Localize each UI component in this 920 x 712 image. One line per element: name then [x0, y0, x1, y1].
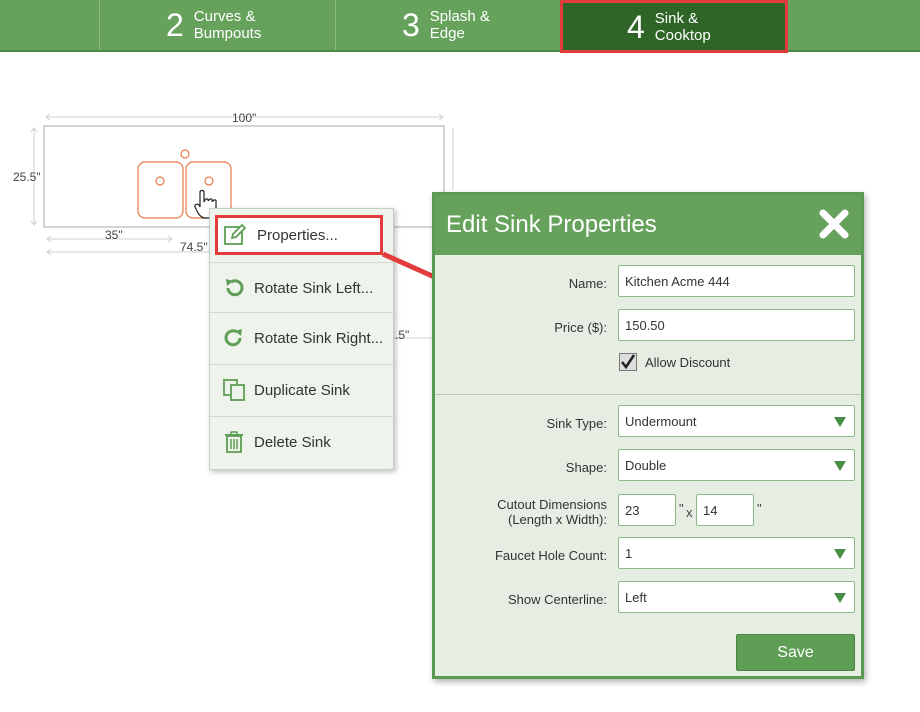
rotate-right-icon	[222, 326, 246, 350]
show-centerline-value: Left	[625, 589, 647, 605]
menu-item-label: Delete Sink	[254, 433, 331, 451]
show-centerline-label: Show Centerline:	[508, 592, 607, 607]
dialog-divider	[435, 394, 861, 395]
menu-item-label: Duplicate Sink	[254, 381, 350, 399]
shape-label: Shape:	[565, 460, 607, 475]
checkmark-icon	[621, 354, 636, 370]
chevron-down-icon	[834, 417, 846, 427]
rotate-left-icon	[222, 276, 246, 300]
shape-value: Double	[625, 457, 667, 473]
allow-discount-label: Allow Discount	[645, 355, 731, 370]
close-icon[interactable]	[819, 209, 849, 239]
trash-icon	[222, 430, 246, 454]
price-label: Price ($):	[554, 320, 607, 335]
left-offset-label: 35"	[105, 228, 123, 242]
menu-item-delete[interactable]: Delete Sink	[210, 416, 393, 467]
times-mark: x	[686, 505, 693, 520]
save-button[interactable]: Save	[736, 634, 855, 671]
properties-highlight[interactable]: Properties...	[215, 215, 383, 255]
cutout-label-line1: Cutout Dimensions	[497, 497, 607, 512]
cutout-width-value: 14	[703, 502, 718, 518]
partial-dimension-label: .5"	[395, 328, 410, 342]
price-field[interactable]: 150.50	[618, 309, 855, 341]
sink-type-value: Undermount	[625, 413, 697, 429]
faucet-hole-count-value: 1	[625, 545, 633, 561]
menu-item-rotate-right[interactable]: Rotate Sink Right...	[210, 312, 393, 363]
allow-discount-checkbox[interactable]	[619, 353, 637, 371]
width-dimension-label: 100"	[232, 111, 257, 125]
dialog-header: Edit Sink Properties	[435, 195, 861, 255]
name-label: Name:	[568, 276, 607, 291]
cutout-length-field[interactable]: 23	[618, 494, 676, 526]
edit-sink-properties-dialog: Edit Sink Properties Name: Kitchen Acme …	[432, 192, 864, 679]
faucet-hole-count-select[interactable]: 1	[618, 537, 855, 569]
price-value: 150.50	[625, 317, 665, 333]
name-value: Kitchen Acme 444	[625, 273, 730, 289]
duplicate-icon	[222, 378, 246, 402]
dialog-title: Edit Sink Properties	[446, 211, 657, 238]
menu-item-label: Rotate Sink Left...	[254, 279, 374, 297]
menu-item-rotate-left[interactable]: Rotate Sink Left...	[210, 262, 393, 313]
sink-type-select[interactable]: Undermount	[618, 405, 855, 437]
menu-item-label: Properties...	[257, 226, 338, 244]
chevron-down-icon	[834, 593, 846, 603]
cutout-length-value: 23	[625, 502, 640, 518]
sink-type-label: Sink Type:	[546, 416, 607, 431]
cutout-label-line2: (Length x Width):	[508, 512, 607, 527]
shape-select[interactable]: Double	[618, 449, 855, 481]
faucet-hole-count-label: Faucet Hole Count:	[494, 548, 607, 563]
show-centerline-select[interactable]: Left	[618, 581, 855, 613]
cutout-width-field[interactable]: 14	[696, 494, 754, 526]
inch-mark: "	[679, 501, 684, 516]
menu-item-duplicate[interactable]: Duplicate Sink	[210, 364, 393, 415]
inch-mark: "	[757, 501, 762, 516]
depth-dimension-label: 25.5"	[13, 170, 41, 184]
center-offset-label: 74.5"	[180, 240, 208, 254]
name-field[interactable]: Kitchen Acme 444	[618, 265, 855, 297]
chevron-down-icon	[834, 549, 846, 559]
menu-item-label: Rotate Sink Right...	[254, 329, 384, 347]
chevron-down-icon	[834, 461, 846, 471]
pencil-icon	[223, 223, 247, 247]
